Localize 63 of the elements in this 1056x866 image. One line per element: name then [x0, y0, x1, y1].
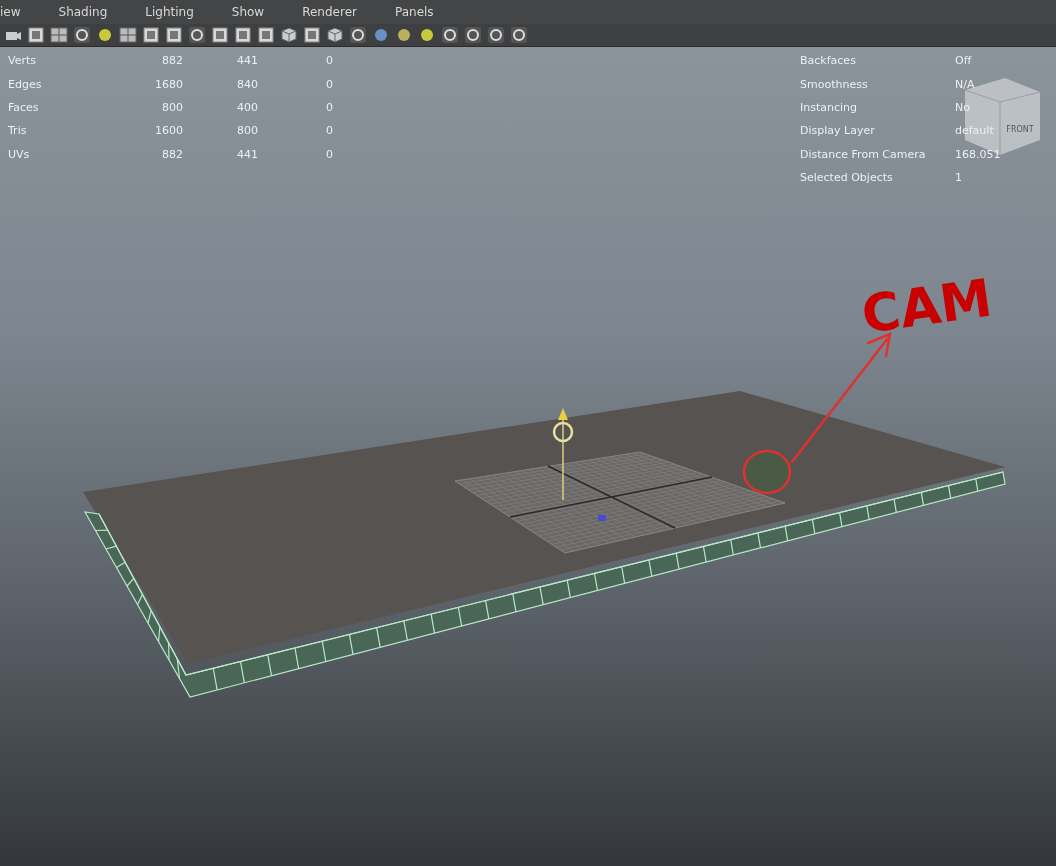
stat-label: Faces	[8, 100, 40, 116]
stat-label: Tris	[8, 123, 28, 140]
square-icon[interactable]	[303, 26, 321, 44]
hud-label: Instancing	[800, 100, 859, 116]
circle-icon[interactable]	[510, 26, 528, 44]
square-icon[interactable]	[142, 26, 160, 44]
hud-value: No	[955, 100, 970, 116]
stat-value: 0	[325, 123, 333, 140]
square-icon[interactable]	[234, 26, 252, 44]
circle-icon[interactable]	[464, 26, 482, 44]
circle-icon[interactable]	[188, 26, 206, 44]
grid-icon[interactable]	[119, 26, 137, 44]
circle-icon[interactable]	[487, 26, 505, 44]
menu-item[interactable]: Panels	[394, 0, 434, 24]
hud-label: Display Layer	[800, 123, 876, 140]
hud-label: Smoothness	[800, 76, 869, 93]
stat-value: 840	[236, 76, 258, 93]
menu-item[interactable]: iew	[0, 0, 21, 24]
hud-label: Distance From Camera	[800, 146, 927, 163]
hud-value: 1	[955, 169, 962, 186]
square-icon[interactable]	[211, 26, 229, 44]
hud-value: N/A	[955, 76, 975, 93]
viewport[interactable]	[0, 47, 1056, 866]
stat-value: 441	[236, 146, 258, 163]
cube-icon[interactable]	[280, 26, 298, 44]
stat-value: 0	[325, 76, 333, 93]
annotation-text: CAM	[858, 267, 996, 345]
stat-value: 1680	[154, 76, 183, 93]
stat-value: 882	[161, 53, 183, 70]
hud-label: Backfaces	[800, 53, 857, 70]
sphere-icon[interactable]	[395, 26, 413, 44]
stat-value: 0	[325, 146, 333, 163]
stat-value: 400	[236, 100, 258, 116]
stat-value: 800	[161, 100, 183, 116]
grid-icon[interactable]	[50, 26, 68, 44]
sphere-icon[interactable]	[96, 26, 114, 44]
stat-label: UVs	[8, 146, 31, 163]
circle-icon[interactable]	[349, 26, 367, 44]
stat-value: 0	[325, 100, 333, 116]
stat-label: Edges	[8, 76, 43, 93]
menu-item[interactable]: Show	[231, 0, 265, 24]
hud-value: Off	[955, 53, 972, 70]
cube-icon[interactable]	[326, 26, 344, 44]
square-icon[interactable]	[257, 26, 275, 44]
circle-icon[interactable]	[73, 26, 91, 44]
stat-value: 882	[161, 146, 183, 163]
square-icon[interactable]	[27, 26, 45, 44]
sphere-icon[interactable]	[418, 26, 436, 44]
stat-value: 800	[236, 123, 258, 140]
circle-icon[interactable]	[441, 26, 459, 44]
stat-value: 1600	[154, 123, 183, 140]
menu-item[interactable]: Renderer	[302, 0, 357, 24]
square-icon[interactable]	[165, 26, 183, 44]
stat-value: 0	[325, 53, 333, 70]
view-cube-label: FRONT	[1006, 125, 1034, 134]
sphere-icon[interactable]	[372, 26, 390, 44]
menu-item[interactable]: Shading	[58, 0, 108, 24]
stat-value: 441	[236, 53, 258, 70]
hud-value: default	[955, 123, 994, 140]
menu-item[interactable]: Lighting	[145, 0, 194, 24]
stat-label: Verts	[8, 53, 37, 70]
hud-label: Selected Objects	[800, 169, 894, 186]
hud-value: 168.051	[955, 146, 1001, 163]
